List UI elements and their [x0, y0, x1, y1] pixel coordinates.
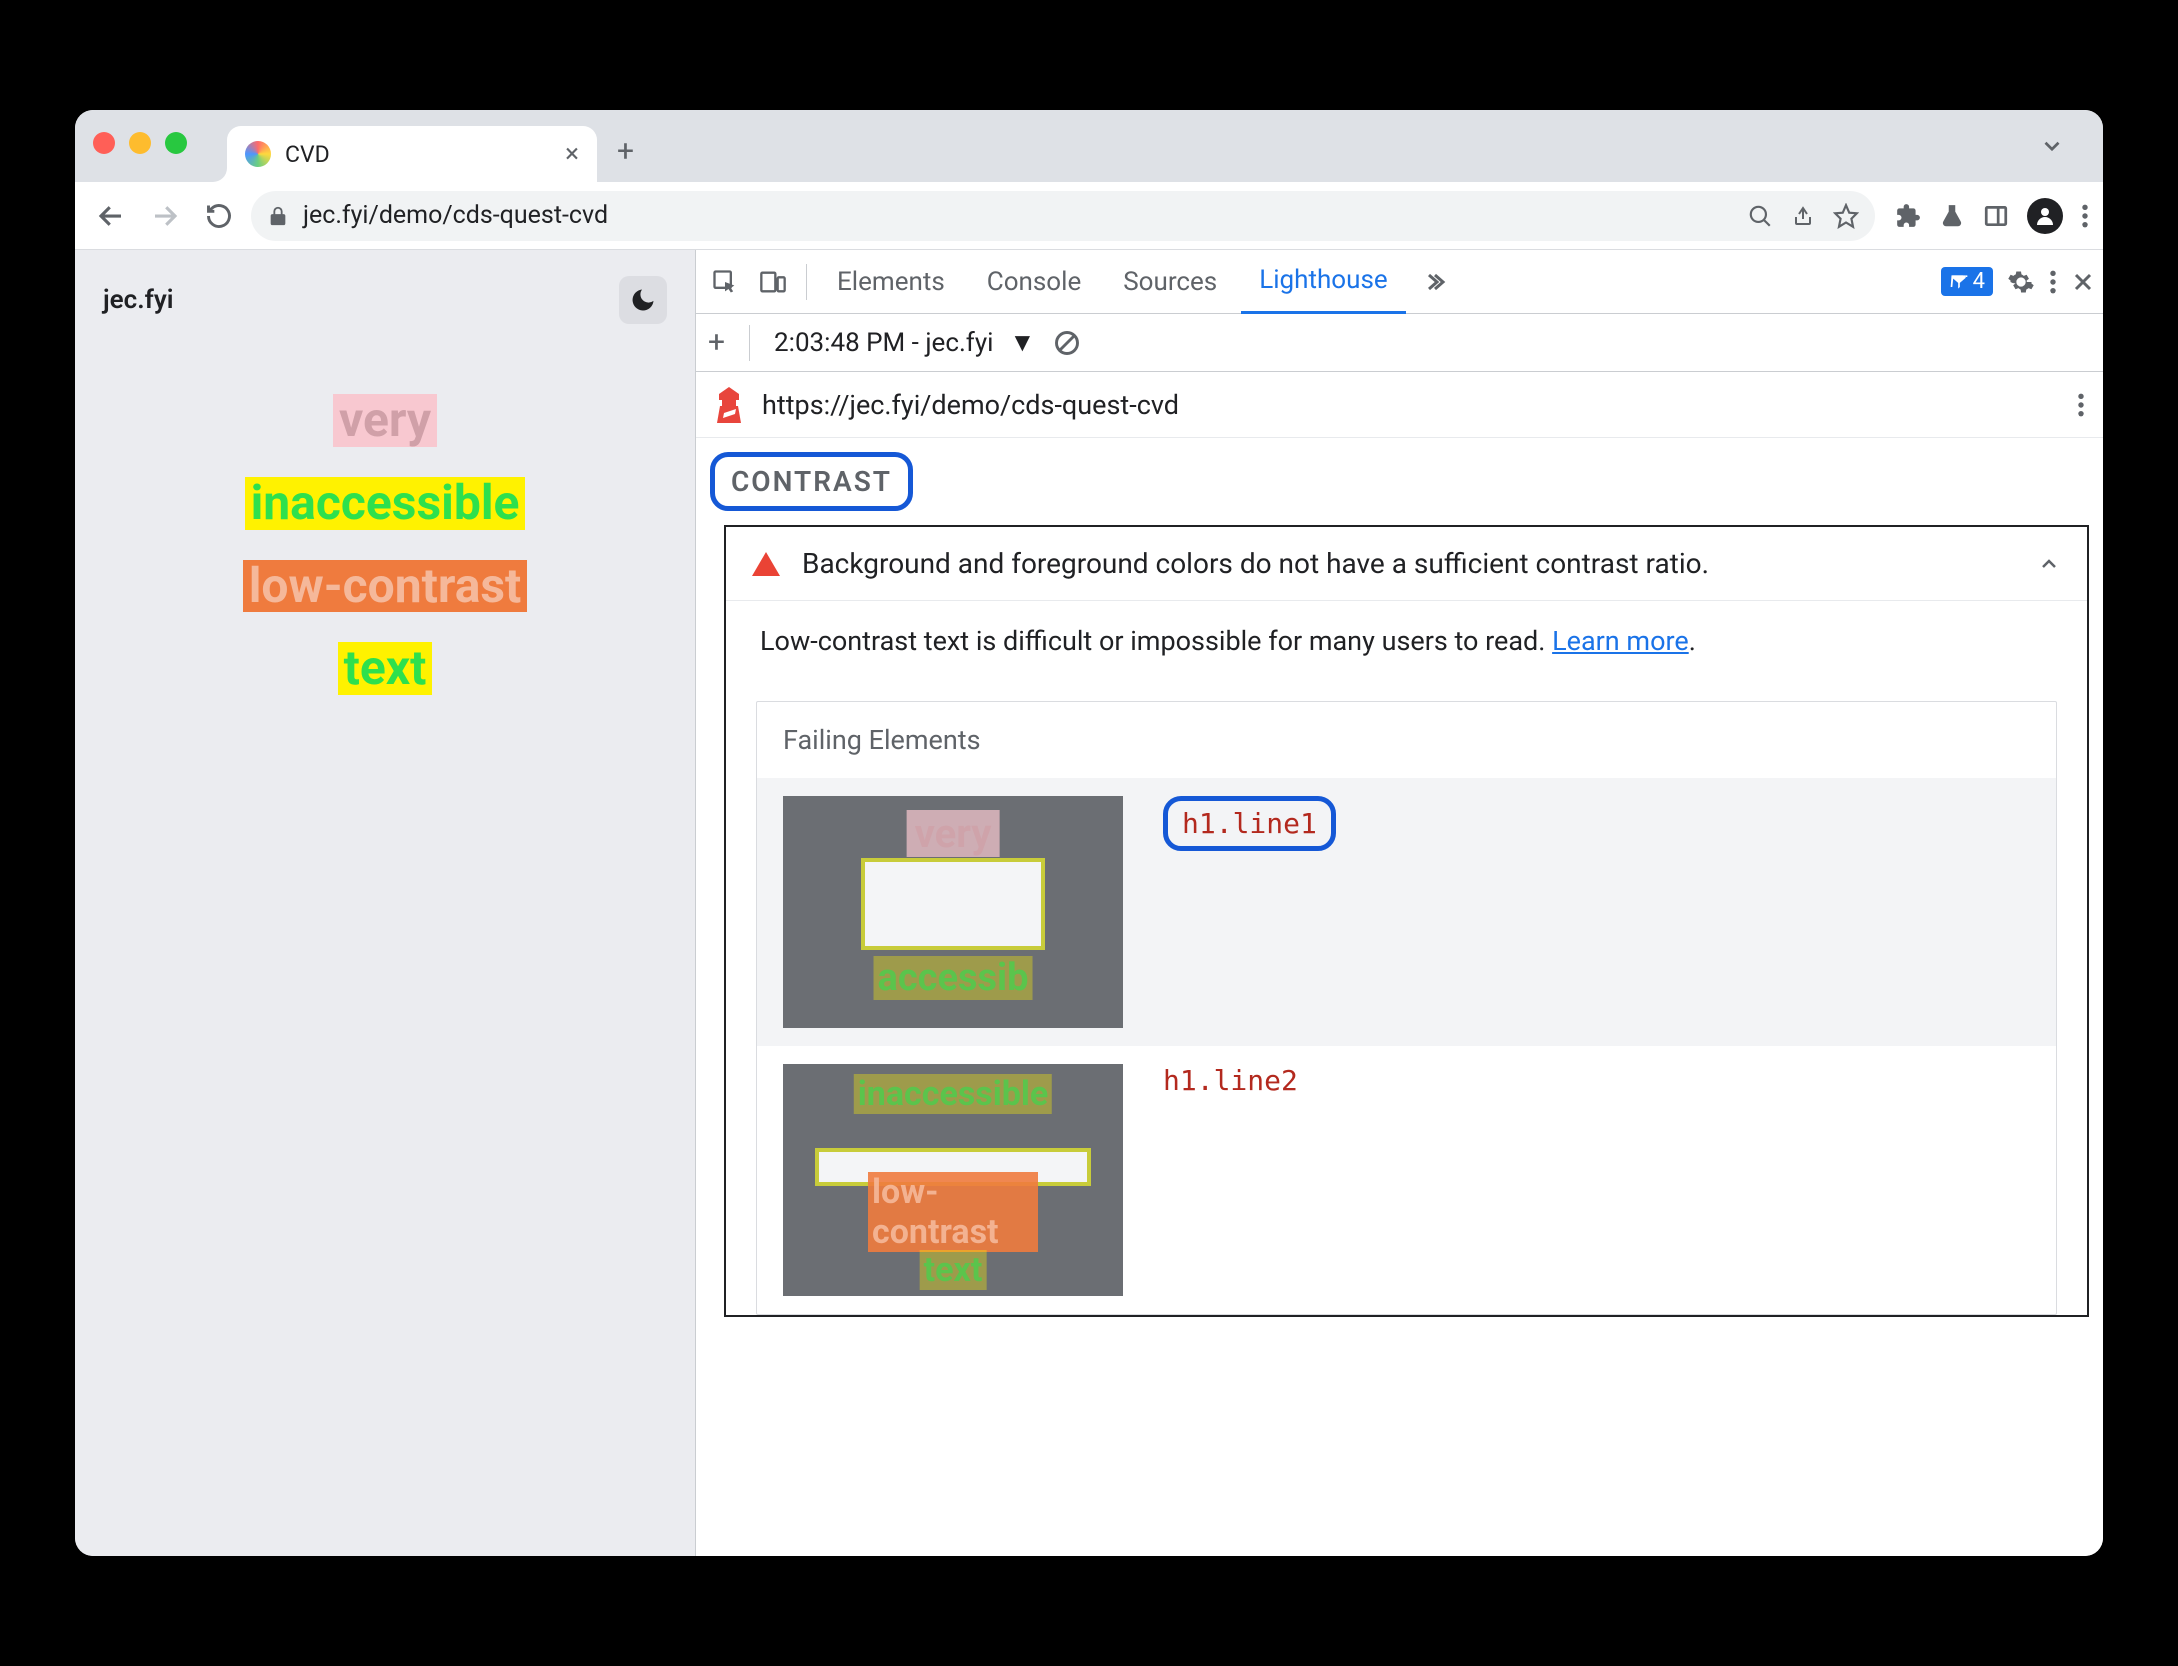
demo-line-1: very: [333, 394, 437, 447]
inspect-element-icon[interactable]: [704, 261, 746, 303]
close-tab-icon[interactable]: ×: [565, 139, 579, 169]
lighthouse-url: https://jec.fyi/demo/cds-quest-cvd: [762, 389, 2059, 421]
tabs-dropdown-icon[interactable]: [2039, 133, 2065, 159]
bookmark-star-icon[interactable]: [1833, 203, 1859, 229]
tab-elements[interactable]: Elements: [819, 250, 963, 314]
new-report-icon[interactable]: +: [708, 325, 725, 360]
audit-title: Background and foreground colors do not …: [802, 547, 2015, 580]
demo-content: very inaccessible low-contrast text: [89, 394, 681, 695]
browser-tab[interactable]: CVD ×: [227, 126, 597, 182]
demo-line-2: inaccessible: [245, 477, 526, 530]
window-controls: [93, 132, 187, 154]
devtools-panel: Elements Console Sources Lighthouse 4: [695, 250, 2103, 1556]
clear-icon[interactable]: [1053, 329, 1081, 357]
browser-window: CVD × + jec.fyi/demo/cds-quest-cvd: [75, 110, 2103, 1556]
reload-button[interactable]: [197, 194, 241, 238]
demo-line-3: low-contrast: [243, 560, 528, 613]
extension-icons: [1895, 198, 2089, 234]
share-icon[interactable]: [1791, 204, 1815, 228]
tab-console[interactable]: Console: [969, 250, 1099, 314]
tab-title: CVD: [285, 141, 551, 168]
failing-elements-header: Failing Elements: [757, 702, 2056, 778]
learn-more-link[interactable]: Learn more: [1552, 625, 1689, 657]
lighthouse-toolbar: + 2:03:48 PM - jec.fyi ▼: [696, 314, 2103, 372]
audit-card: Background and foreground colors do not …: [724, 525, 2089, 1317]
failing-element-row[interactable]: very accessib h1.line1: [757, 778, 2056, 1046]
back-button[interactable]: [89, 194, 133, 238]
element-thumbnail: very accessib: [783, 796, 1123, 1028]
address-bar[interactable]: jec.fyi/demo/cds-quest-cvd: [251, 191, 1875, 241]
address-toolbar: jec.fyi/demo/cds-quest-cvd: [75, 182, 2103, 250]
maximize-window-button[interactable]: [165, 132, 187, 154]
issues-count: 4: [1973, 269, 1985, 294]
failing-element-row[interactable]: inaccessible low-contrast text h1.line2: [757, 1046, 2056, 1314]
page-viewport: jec.fyi very inaccessible low-contrast t…: [75, 250, 695, 1556]
close-window-button[interactable]: [93, 132, 115, 154]
tab-sources[interactable]: Sources: [1105, 250, 1235, 314]
url-text: jec.fyi/demo/cds-quest-cvd: [303, 201, 1733, 230]
tab-lighthouse[interactable]: Lighthouse: [1241, 250, 1405, 314]
minimize-window-button[interactable]: [129, 132, 151, 154]
lighthouse-url-row: https://jec.fyi/demo/cds-quest-cvd: [696, 372, 2103, 438]
report-dropdown[interactable]: 2:03:48 PM - jec.fyi ▼: [774, 327, 1035, 358]
forward-button[interactable]: [143, 194, 187, 238]
close-devtools-icon[interactable]: [2071, 270, 2095, 294]
content-area: jec.fyi very inaccessible low-contrast t…: [75, 250, 2103, 1556]
dark-mode-toggle[interactable]: [619, 276, 667, 324]
element-selector: h1.line1: [1163, 796, 1336, 851]
settings-gear-icon[interactable]: [2007, 268, 2035, 296]
issues-badge[interactable]: 4: [1941, 267, 1993, 296]
extensions-icon[interactable]: [1895, 203, 1921, 229]
tabstrip: CVD × +: [75, 110, 2103, 182]
contrast-section-label: CONTRAST: [710, 452, 913, 511]
lighthouse-logo-icon: [714, 387, 744, 423]
favicon-icon: [245, 141, 271, 167]
page-title: jec.fyi: [103, 285, 173, 315]
panel-icon[interactable]: [1983, 203, 2009, 229]
audit-description: Low-contrast text is difficult or imposs…: [726, 601, 2087, 681]
labs-icon[interactable]: [1939, 203, 1965, 229]
new-tab-button[interactable]: +: [617, 134, 634, 169]
element-thumbnail: inaccessible low-contrast text: [783, 1064, 1123, 1296]
report-timestamp: 2:03:48 PM - jec.fyi: [774, 328, 993, 358]
collapse-chevron-icon[interactable]: [2037, 552, 2061, 576]
lighthouse-menu-icon[interactable]: [2077, 392, 2085, 418]
element-selector: h1.line2: [1163, 1064, 1298, 1097]
devtools-tabbar: Elements Console Sources Lighthouse 4: [696, 250, 2103, 314]
lock-icon: [267, 205, 289, 227]
warning-triangle-icon: [752, 552, 780, 576]
chrome-menu-icon[interactable]: [2081, 203, 2089, 229]
search-icon[interactable]: [1747, 203, 1773, 229]
moon-icon: [629, 286, 657, 314]
devtools-menu-icon[interactable]: [2049, 269, 2057, 295]
audit-header[interactable]: Background and foreground colors do not …: [726, 527, 2087, 601]
demo-line-4: text: [338, 642, 433, 695]
failing-elements-box: Failing Elements very accessib h1.line1 …: [756, 701, 2057, 1315]
profile-avatar[interactable]: [2027, 198, 2063, 234]
dropdown-caret-icon: ▼: [1009, 327, 1035, 358]
device-toolbar-icon[interactable]: [752, 261, 794, 303]
more-tabs-icon[interactable]: [1412, 270, 1456, 294]
